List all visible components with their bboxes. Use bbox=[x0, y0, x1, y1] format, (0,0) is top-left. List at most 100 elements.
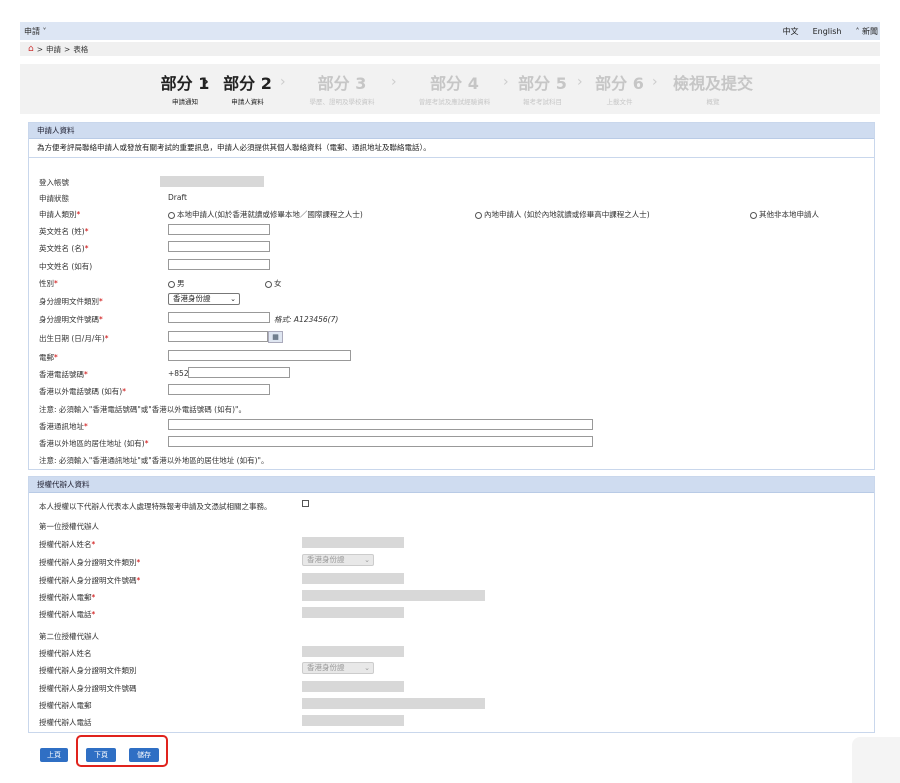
chevron-right-icon: › bbox=[503, 74, 509, 90]
step-title: 部分 6 bbox=[595, 74, 644, 93]
home-icon[interactable]: ⌂ bbox=[28, 44, 34, 54]
step-subtitle: 報考考試科目 bbox=[523, 98, 562, 106]
agent2-id-no-label: 授權代辦人身分證明文件號碼 bbox=[39, 684, 137, 693]
highlight-box bbox=[76, 735, 168, 767]
id-no-input[interactable] bbox=[168, 312, 270, 323]
gender-female-radio[interactable]: 女 bbox=[265, 278, 282, 289]
step-subtitle: 學歷、證明及學校資料 bbox=[309, 98, 375, 106]
agent2-id-type-label: 授權代辦人身分證明文件類別 bbox=[39, 666, 137, 675]
applicant-section: 申請人資料 為方便考評局聯絡申請人或發放有關考試的重要訊息，申請人必須提供其個人… bbox=[28, 122, 875, 470]
lang-zh-link[interactable]: 中文 bbox=[783, 26, 799, 37]
prev-button[interactable]: 上頁 bbox=[40, 748, 68, 762]
category-mainland-radio[interactable]: 內地申請人 (如於內地就讀或修畢高中課程之人士) bbox=[475, 209, 650, 220]
agent1-phone-input[interactable] bbox=[302, 607, 404, 618]
step-title: 部分 4 bbox=[430, 74, 479, 93]
login-no-value bbox=[160, 176, 264, 187]
news-menu[interactable]: ˄ 新聞 bbox=[855, 26, 878, 37]
chevron-right-icon: › bbox=[280, 74, 286, 90]
radio-icon[interactable] bbox=[168, 211, 175, 219]
step-4: 部分 4 曾經考試及應試經驗資料 bbox=[407, 70, 502, 106]
agent2-name-input[interactable] bbox=[302, 646, 404, 657]
authorize-checkbox[interactable] bbox=[302, 500, 309, 507]
chevron-right-icon: › bbox=[391, 74, 397, 90]
agent1-phone-label: 授權代辦人電話* bbox=[39, 610, 96, 619]
step-6: 部分 6 上載文件 bbox=[592, 70, 647, 106]
calendar-icon[interactable]: ▦ bbox=[268, 331, 283, 343]
hk-phone-prefix: +852 bbox=[168, 369, 189, 378]
radio-icon[interactable] bbox=[168, 280, 175, 288]
step-title: 部分 5 bbox=[518, 74, 567, 93]
agent1-name-label: 授權代辦人姓名* bbox=[39, 540, 96, 549]
given-name-label: 英文姓名 (名)* bbox=[39, 244, 89, 253]
agent2-id-no-input[interactable] bbox=[302, 681, 404, 692]
step-2[interactable]: 部分 2 申請人資料 bbox=[220, 70, 275, 106]
section-header: 申請人資料 bbox=[29, 123, 874, 139]
agent2-phone-label: 授權代辦人電話 bbox=[39, 718, 92, 727]
dob-label: 出生日期 (日/月/年)* bbox=[39, 334, 109, 343]
menu-apply[interactable]: 申請 ˅ bbox=[20, 26, 47, 37]
other-address-label: 香港以外地區的居住地址 (如有)* bbox=[39, 439, 149, 448]
agent2-phone-input[interactable] bbox=[302, 715, 404, 726]
given-name-input[interactable] bbox=[168, 241, 270, 252]
step-subtitle: 申請通知 bbox=[172, 98, 198, 106]
radio-icon[interactable] bbox=[475, 211, 482, 219]
agent1-id-type-label: 授權代辦人身分證明文件類別* bbox=[39, 558, 141, 567]
gender-male-radio[interactable]: 男 bbox=[168, 278, 185, 289]
email-input[interactable] bbox=[168, 350, 351, 361]
second-agent-title: 第二位授權代辦人 bbox=[39, 632, 99, 641]
breadcrumb-separator: > bbox=[64, 44, 71, 54]
step-subtitle: 曾經考試及應試經驗資料 bbox=[418, 98, 491, 106]
address-note: 注意: 必須輸入"香港通訊地址"或"香港以外地區的居住地址 (如有)"。 bbox=[39, 456, 269, 465]
chevron-right-icon: › bbox=[652, 74, 658, 90]
hk-address-label: 香港通訊地址* bbox=[39, 422, 88, 431]
status-label: 申請狀態 bbox=[39, 194, 69, 203]
agent1-email-input[interactable] bbox=[302, 590, 485, 601]
chevron-down-icon: ⌄ bbox=[230, 295, 236, 303]
hk-phone-input[interactable] bbox=[188, 367, 290, 378]
agent2-id-type-select[interactable]: 香港身份證 ⌄ bbox=[302, 662, 374, 674]
agent2-email-input[interactable] bbox=[302, 698, 485, 709]
step-subtitle: 上載文件 bbox=[606, 98, 633, 106]
agent1-id-no-label: 授權代辦人身分證明文件號碼* bbox=[39, 576, 141, 585]
step-3: 部分 3 學歷、證明及學校資料 bbox=[297, 70, 387, 106]
chevron-right-icon: › bbox=[577, 74, 583, 90]
breadcrumb-apply[interactable]: 申請 bbox=[46, 44, 61, 55]
category-local-radio[interactable]: 本地申請人(如於香港就讀或修畢本地／國際課程之人士) bbox=[168, 209, 363, 220]
surname-input[interactable] bbox=[168, 224, 270, 235]
radio-icon[interactable] bbox=[750, 211, 757, 219]
surname-label: 英文姓名 (姓)* bbox=[39, 227, 89, 236]
agent1-name-input[interactable] bbox=[302, 537, 404, 548]
category-label: 申請人類別* bbox=[39, 210, 81, 219]
agent-section: 授權代辦人資料 bbox=[28, 476, 875, 733]
breadcrumb-separator: > bbox=[36, 44, 44, 54]
chinese-name-label: 中文姓名 (如有) bbox=[39, 262, 93, 271]
step-5: 部分 5 報考考試科目 bbox=[515, 70, 570, 106]
first-agent-title: 第一位授權代辦人 bbox=[39, 522, 99, 531]
chevron-down-icon: ⌄ bbox=[364, 556, 370, 564]
hk-address-input[interactable] bbox=[168, 419, 593, 430]
gender-label: 性別* bbox=[39, 279, 58, 288]
hk-phone-label: 香港電話號碼* bbox=[39, 370, 88, 379]
id-no-label: 身分證明文件號碼* bbox=[39, 315, 103, 324]
step-1[interactable]: 部分 1 申請通知 bbox=[145, 70, 225, 106]
other-address-input[interactable] bbox=[168, 436, 593, 447]
id-type-select[interactable]: 香港身份證 ⌄ bbox=[168, 293, 240, 305]
breadcrumb: ⌂ > 申請 > 表格 bbox=[20, 42, 880, 56]
authorize-text: 本人授權以下代辦人代表本人處理特殊報考申請及文憑試相關之事務。 bbox=[39, 502, 272, 511]
agent1-id-no-input[interactable] bbox=[302, 573, 404, 584]
status-value: Draft bbox=[168, 193, 187, 202]
corner-overlay bbox=[852, 737, 900, 783]
lang-en-link[interactable]: English bbox=[813, 27, 842, 36]
chinese-name-input[interactable] bbox=[168, 259, 270, 270]
agent2-name-label: 授權代辦人姓名 bbox=[39, 649, 92, 658]
agent1-id-type-select[interactable]: 香港身份證 ⌄ bbox=[302, 554, 374, 566]
dob-input[interactable] bbox=[168, 331, 268, 342]
contact-notice: 為方便考評局聯絡申請人或發放有關考試的重要訊息，申請人必須提供其個人聯絡資料（電… bbox=[29, 139, 874, 158]
progress-steps: 部分 1 申請通知 › 部分 2 申請人資料 › 部分 3 學歷、證明及學校資料… bbox=[20, 64, 880, 114]
other-phone-input[interactable] bbox=[168, 384, 270, 395]
step-review-submit: 檢視及提交 概覽 bbox=[668, 70, 758, 106]
radio-icon[interactable] bbox=[265, 280, 272, 288]
id-format-hint: 格式: A123456(7) bbox=[274, 315, 339, 324]
chevron-down-icon: ⌄ bbox=[364, 664, 370, 672]
category-other-radio[interactable]: 其他非本地申請人 bbox=[750, 209, 819, 220]
